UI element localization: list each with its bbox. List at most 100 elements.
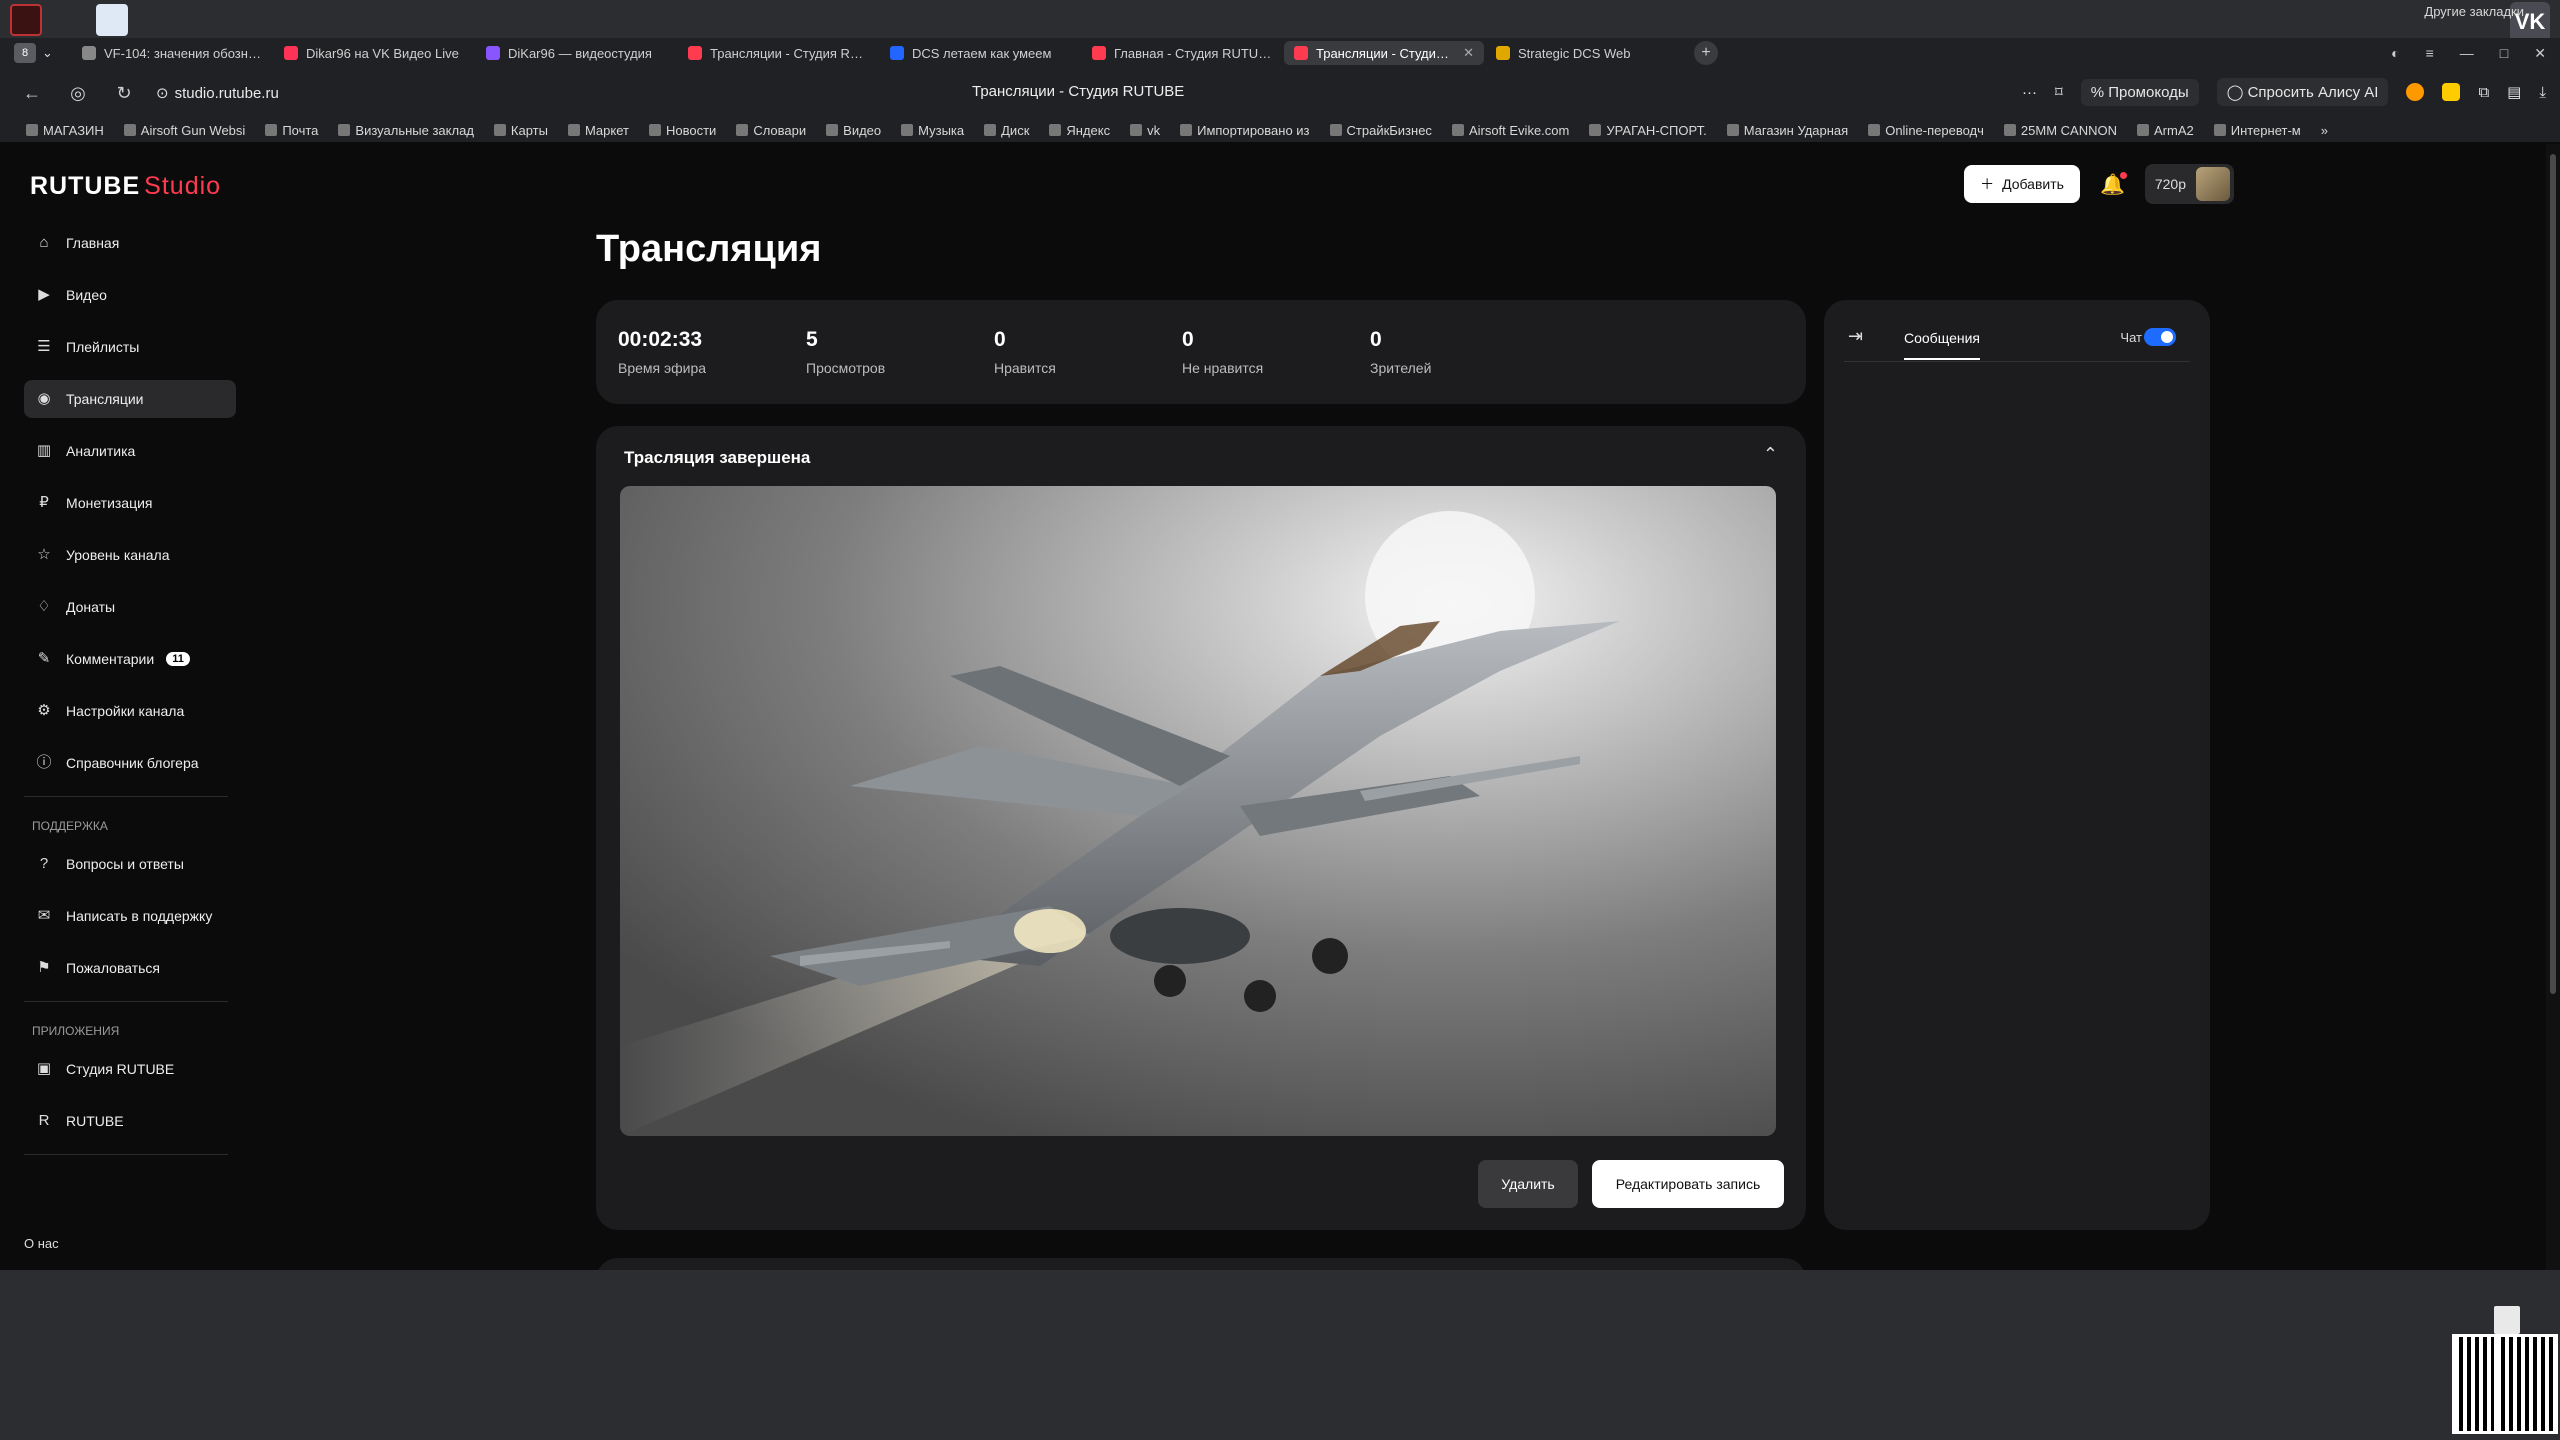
- new-tab-button[interactable]: +: [1694, 41, 1718, 65]
- extension-icon[interactable]: [2442, 83, 2461, 101]
- promo-button[interactable]: % Промокоды: [2080, 78, 2199, 106]
- terms-link[interactable]: Пользовательское соглашение: [24, 1260, 211, 1270]
- sidebar-item-label: Донаты: [66, 599, 116, 615]
- minimize-icon[interactable]: —: [2460, 45, 2474, 61]
- bookmark-item[interactable]: Диск: [984, 123, 1029, 138]
- avatar[interactable]: [2196, 167, 2230, 201]
- sidebar-item[interactable]: ♢ Донаты: [24, 588, 236, 626]
- bookmark-item[interactable]: Видео: [826, 123, 881, 138]
- back-icon[interactable]: ←: [18, 79, 46, 107]
- bookmark-item[interactable]: Online-переводч: [1868, 123, 1984, 138]
- bookmark-label: Музыка: [918, 122, 965, 138]
- bookmark-item[interactable]: Почта: [265, 123, 318, 138]
- bookmark-item[interactable]: Импортировано из: [1180, 123, 1310, 138]
- browser-tab[interactable]: Dikar96 на VK Видео Live: [274, 41, 474, 65]
- bookmark-item[interactable]: Карты: [493, 123, 548, 138]
- bookmark-favicon-icon: [1868, 124, 1881, 136]
- profile-icon[interactable]: ◐: [2391, 45, 2399, 61]
- sidebar-item[interactable]: ⚑ Пожаловаться: [24, 949, 236, 987]
- collections-icon[interactable]: ▤: [2507, 83, 2521, 101]
- sidebar-item[interactable]: ◉ Трансляции: [24, 380, 236, 418]
- document-icon[interactable]: [2494, 1306, 2520, 1334]
- browser-tab[interactable]: VF-104: значения обозначений: [72, 41, 272, 65]
- bookmark-item[interactable]: Интернет-м: [2213, 123, 2301, 138]
- sidebar-item[interactable]: ☆ Уровень канала: [24, 536, 236, 574]
- bookmark-item[interactable]: 25MM CANNON: [2003, 123, 2117, 138]
- sidebar-item[interactable]: ? Вопросы и ответы: [24, 845, 236, 883]
- rutube-studio-logo[interactable]: RUTUBE Studio: [30, 172, 221, 201]
- browser-tab[interactable]: Трансляции - Студия RUTUBE: [678, 41, 878, 65]
- more-bookmarks-icon[interactable]: »: [2321, 123, 2328, 138]
- browser-tab[interactable]: DiKar96 — видеостудия: [476, 41, 676, 65]
- profile-menu[interactable]: 720p: [2144, 164, 2234, 204]
- sidebar-item-label: Плейлисты: [66, 339, 140, 355]
- add-button[interactable]: ＋ Добавить: [1964, 165, 2080, 203]
- stat-viewers: 0 Зрителей: [1370, 328, 1431, 376]
- bookmark-item[interactable]: ArmA2: [2136, 123, 2194, 138]
- menu-icon[interactable]: ≡: [2426, 45, 2434, 61]
- collapse-chat-icon[interactable]: ⇥: [1848, 326, 1863, 347]
- notifications-bell-icon[interactable]: 🔔: [2100, 171, 2127, 197]
- extension-icon[interactable]: [2406, 83, 2425, 101]
- tab-title: Главная - Студия RUTUBE: [1114, 45, 1272, 61]
- sidebar-item[interactable]: ⌂ Главная: [24, 224, 236, 262]
- sidebar-item[interactable]: ✉ Написать в поддержку: [24, 897, 236, 935]
- tab-messages[interactable]: Сообщения: [1904, 330, 1980, 360]
- sidebar-item[interactable]: ✎ Комментарии 11: [24, 640, 236, 678]
- bookmark-item[interactable]: Новости: [648, 123, 716, 138]
- bookmark-item[interactable]: УРАГАН-СПОРТ.: [1589, 123, 1707, 138]
- bookmark-label: Видео: [843, 122, 882, 138]
- chevron-up-icon[interactable]: ⌃: [1763, 444, 1778, 465]
- bookmark-item[interactable]: Маркет: [567, 123, 629, 138]
- more-icon[interactable]: ···: [2022, 84, 2037, 101]
- sidebar-item[interactable]: ₽ Монетизация: [24, 484, 236, 522]
- sidebar-item[interactable]: ⚙ Настройки канала: [24, 692, 236, 730]
- notification-dot: [2119, 171, 2127, 179]
- bookmark-item[interactable]: Airsoft Evike.com: [1451, 123, 1569, 138]
- bookmark-item[interactable]: Визуальные заклад: [338, 123, 474, 138]
- bookmark-item[interactable]: МАГАЗИН: [26, 123, 104, 138]
- sidebar-item[interactable]: ▥ Аналитика: [24, 432, 236, 470]
- about-link[interactable]: О нас: [24, 1228, 211, 1260]
- desktop-app-icon[interactable]: [96, 4, 128, 36]
- sidebar-item[interactable]: ▣ Студия RUTUBE: [24, 1050, 236, 1088]
- sidebar-item[interactable]: ☰ Плейлисты: [24, 328, 236, 366]
- bookmark-item[interactable]: vk: [1130, 123, 1160, 138]
- stat-likes: 0 Нравится: [994, 328, 1056, 376]
- browser-tab[interactable]: DCS летаем как умеем: [880, 41, 1080, 65]
- download-icon[interactable]: ⤓: [2539, 84, 2546, 101]
- close-window-icon[interactable]: ✕: [2534, 45, 2546, 62]
- edit-recording-button[interactable]: Редактировать запись: [1592, 1160, 1784, 1208]
- desktop-app-icon[interactable]: [10, 4, 42, 36]
- tab-group-button[interactable]: 8 ⌄: [14, 42, 72, 64]
- bookmark-item[interactable]: Музыка: [901, 123, 964, 138]
- close-tab-icon[interactable]: ✕: [1463, 45, 1474, 61]
- bookmark-favicon-icon: [265, 124, 278, 136]
- other-bookmarks[interactable]: Другие закладки: [2424, 4, 2524, 19]
- extensions-icon[interactable]: ⧉: [2478, 84, 2489, 101]
- delete-button[interactable]: Удалить: [1478, 1160, 1578, 1208]
- bookmark-icon[interactable]: ⌑: [2055, 83, 2063, 101]
- site-info-icon[interactable]: ◎: [64, 79, 92, 107]
- page-scrollbar[interactable]: [2546, 144, 2560, 1270]
- url-field[interactable]: studio.rutube.ru: [175, 85, 279, 102]
- browser-tab[interactable]: Strategic DCS Web: [1486, 41, 1686, 65]
- broadcast-preview-image[interactable]: [620, 486, 1776, 1136]
- maximize-icon[interactable]: □: [2500, 45, 2508, 61]
- sidebar-item[interactable]: R RUTUBE: [24, 1102, 236, 1140]
- sidebar-item[interactable]: ⓘ Справочник блогера: [24, 744, 236, 782]
- bookmark-item[interactable]: СтрайкБизнес: [1329, 123, 1432, 138]
- chat-toggle[interactable]: [2144, 328, 2176, 346]
- scrollbar-thumb[interactable]: [2550, 154, 2556, 994]
- reload-icon[interactable]: ↻: [110, 79, 138, 107]
- browser-tab[interactable]: Трансляции - Студия RUTUBE ✕: [1284, 41, 1484, 65]
- sidebar-item[interactable]: ▶ Видео: [24, 276, 236, 314]
- bookmark-item[interactable]: Яндекс: [1049, 123, 1110, 138]
- browser-tab[interactable]: Главная - Студия RUTUBE: [1082, 41, 1282, 65]
- bookmark-item[interactable]: Словари: [736, 123, 806, 138]
- stat-views: 5 Просмотров: [806, 328, 885, 376]
- stat-air-time: 00:02:33 Время эфира: [618, 328, 706, 376]
- bookmark-item[interactable]: Магазин Ударная: [1726, 123, 1848, 138]
- alice-button[interactable]: ◯ Спросить Алису AI: [2216, 78, 2389, 106]
- bookmark-item[interactable]: Airsoft Gun Websi: [123, 123, 245, 138]
